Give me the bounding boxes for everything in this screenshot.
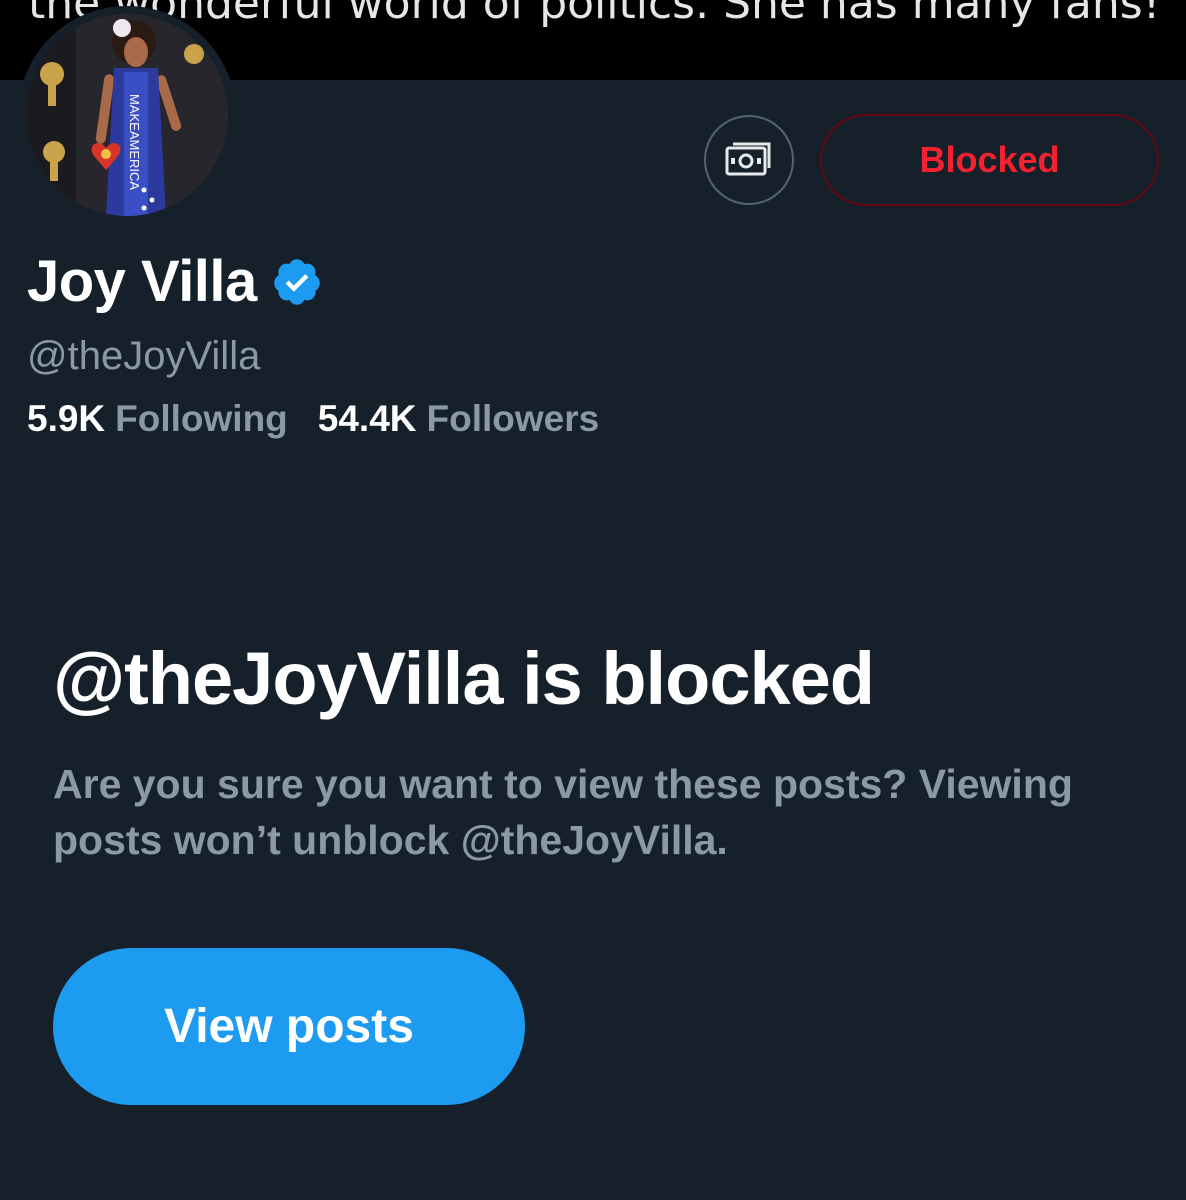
blocked-title: @theJoyVilla is blocked bbox=[53, 637, 875, 720]
money-icon bbox=[725, 142, 771, 176]
blocked-button[interactable]: Blocked bbox=[820, 114, 1159, 206]
profile-photo-icon: MAKEAMERICA bbox=[26, 14, 228, 216]
banner-caption: the wonderful world of politics. She has… bbox=[28, 0, 1161, 29]
follow-stats: 5.9K Following 54.4K Followers bbox=[27, 398, 599, 440]
display-name-row: Joy Villa bbox=[27, 248, 323, 315]
following-link[interactable]: 5.9K Following bbox=[27, 398, 288, 440]
avatar[interactable]: MAKEAMERICA bbox=[18, 6, 236, 224]
followers-link[interactable]: 54.4K Followers bbox=[318, 398, 599, 440]
following-label: Following bbox=[115, 398, 288, 439]
followers-count: 54.4K bbox=[317, 398, 417, 439]
profile-page: the wonderful world of politics. She has… bbox=[0, 0, 1186, 1200]
avatar-dress-text: MAKEAMERICA bbox=[127, 94, 142, 190]
followers-label: Followers bbox=[426, 398, 600, 439]
blocked-description: Are you sure you want to view these post… bbox=[53, 761, 1073, 863]
tip-button[interactable] bbox=[704, 115, 794, 205]
view-posts-button[interactable]: View posts bbox=[53, 948, 525, 1105]
profile-handle: @theJoyVilla bbox=[27, 334, 261, 378]
following-count: 5.9K bbox=[27, 398, 106, 439]
verified-badge-icon[interactable] bbox=[271, 256, 323, 308]
avatar-photo: MAKEAMERICA bbox=[26, 14, 228, 216]
display-name: Joy Villa bbox=[27, 249, 257, 314]
